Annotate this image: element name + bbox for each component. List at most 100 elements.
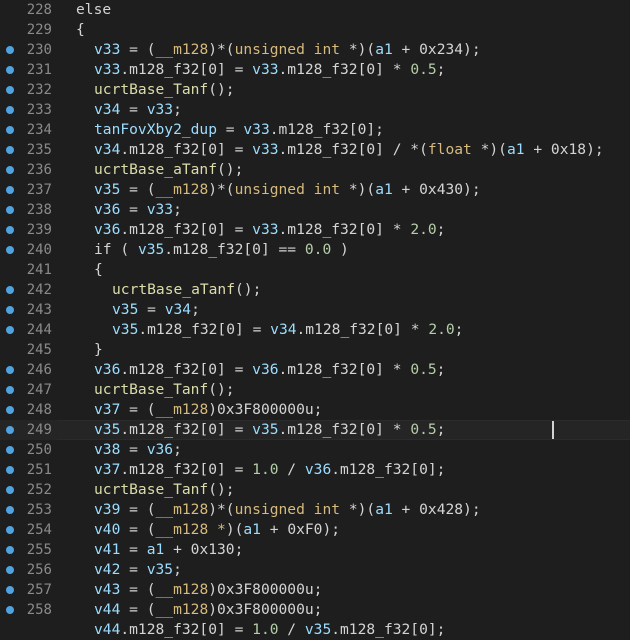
code-token: v34 <box>270 321 297 338</box>
code-text[interactable]: else <box>76 0 111 20</box>
breakpoint-marker-icon[interactable] <box>6 206 14 214</box>
code-text[interactable]: { <box>94 260 103 280</box>
code-text[interactable]: v34 = v33; <box>94 100 182 120</box>
breakpoint-marker-icon[interactable] <box>6 466 14 474</box>
breakpoint-marker-icon[interactable] <box>6 586 14 594</box>
code-line[interactable]: 239 v36.m128_f32[0] = v33.m128_f32[0] * 2… <box>0 220 630 240</box>
breakpoint-marker-icon[interactable] <box>6 506 14 514</box>
code-line[interactable]: 251 v37.m128_f32[0] = 1.0 / v36.m128_f32[… <box>0 460 630 480</box>
breakpoint-marker-icon[interactable] <box>6 286 14 294</box>
code-text[interactable]: if ( v35.m128_f32[0] == 0.0 ) <box>94 240 349 260</box>
code-line[interactable]: 255 v41 = a1 + 0x130; <box>0 540 630 560</box>
code-line[interactable]: 249 v35.m128_f32[0] = v35.m128_f32[0] * 0… <box>0 420 630 440</box>
code-line[interactable]: 246 v36.m128_f32[0] = v36.m128_f32[0] * 0… <box>0 360 630 380</box>
code-line[interactable]: 231 v33.m128_f32[0] = v33.m128_f32[0] * 0… <box>0 60 630 80</box>
code-text[interactable]: ucrtBase_Tanf(); <box>94 80 235 100</box>
code-text[interactable]: v42 = v35; <box>94 560 182 580</box>
code-text[interactable]: v36.m128_f32[0] = v33.m128_f32[0] * 2.0; <box>94 220 445 240</box>
breakpoint-marker-icon[interactable] <box>6 46 14 54</box>
code-line[interactable]: 238 v36 = v33; <box>0 200 630 220</box>
code-token: v35 <box>94 181 121 198</box>
code-line[interactable]: 234 tanFovXby2_dup = v33.m128_f32[0]; <box>0 120 630 140</box>
code-token: a1 <box>375 41 393 58</box>
code-text[interactable]: v36 = v33; <box>94 200 182 220</box>
code-line[interactable]: 244 v35.m128_f32[0] = v34.m128_f32[0] * 2… <box>0 320 630 340</box>
code-line[interactable]: v44.m128_f32[0] = 1.0 / v35.m128_f32[0]; <box>0 620 630 640</box>
code-line[interactable]: 235 v34.m128_f32[0] = v33.m128_f32[0] / *… <box>0 140 630 160</box>
code-text[interactable]: v35.m128_f32[0] = v34.m128_f32[0] * 2.0; <box>112 320 463 340</box>
breakpoint-marker-icon[interactable] <box>6 186 14 194</box>
code-line[interactable]: 229 { <box>0 20 630 40</box>
code-text[interactable]: v34.m128_f32[0] = v33.m128_f32[0] / *(fl… <box>94 140 604 160</box>
code-line[interactable]: 236 ucrtBase_aTanf(); <box>0 160 630 180</box>
code-text[interactable]: v37.m128_f32[0] = 1.0 / v36.m128_f32[0]; <box>94 460 445 480</box>
code-line[interactable]: 253 v39 = (__m128)*(unsigned int *)(a1 + … <box>0 500 630 520</box>
breakpoint-marker-icon[interactable] <box>6 226 14 234</box>
code-text[interactable]: ucrtBase_aTanf(); <box>94 160 243 180</box>
breakpoint-marker-icon[interactable] <box>6 326 14 334</box>
code-text[interactable]: v40 = (__m128 *)(a1 + 0xF0); <box>94 520 340 540</box>
code-text[interactable]: tanFovXby2_dup = v33.m128_f32[0]; <box>94 120 384 140</box>
code-line[interactable]: 228 else <box>0 0 630 20</box>
breakpoint-marker-icon[interactable] <box>6 306 14 314</box>
code-line[interactable]: 241 { <box>0 260 630 280</box>
breakpoint-marker-icon[interactable] <box>6 526 14 534</box>
code-text[interactable]: v38 = v36; <box>94 440 182 460</box>
breakpoint-marker-icon[interactable] <box>6 406 14 414</box>
code-text[interactable]: v35 = v34; <box>112 300 200 320</box>
code-text[interactable]: v44.m128_f32[0] = 1.0 / v35.m128_f32[0]; <box>94 620 445 640</box>
breakpoint-marker-icon[interactable] <box>6 126 14 134</box>
code-line[interactable]: 232 ucrtBase_Tanf(); <box>0 80 630 100</box>
code-text[interactable]: v35 = (__m128)*(unsigned int *)(a1 + 0x4… <box>94 180 481 200</box>
code-text[interactable]: v33.m128_f32[0] = v33.m128_f32[0] * 0.5; <box>94 60 445 80</box>
code-line[interactable]: 237 v35 = (__m128)*(unsigned int *)(a1 + … <box>0 180 630 200</box>
code-text[interactable]: v35.m128_f32[0] = v35.m128_f32[0] * 0.5; <box>94 420 445 440</box>
code-line[interactable]: 252 ucrtBase_Tanf(); <box>0 480 630 500</box>
breakpoint-marker-icon[interactable] <box>6 106 14 114</box>
code-line[interactable]: 240 if ( v35.m128_f32[0] == 0.0 ) <box>0 240 630 260</box>
breakpoint-marker-icon[interactable] <box>6 146 14 154</box>
code-line[interactable]: 256 v42 = v35; <box>0 560 630 580</box>
pseudocode-editor[interactable]: 228 else 229{230 v33 = (__m128)*(unsigned i… <box>0 0 630 640</box>
code-text[interactable]: } <box>94 340 103 360</box>
breakpoint-marker-icon[interactable] <box>6 566 14 574</box>
code-text[interactable]: v41 = a1 + 0x130; <box>94 540 243 560</box>
code-text[interactable]: { <box>76 20 85 40</box>
code-line[interactable]: 250 v38 = v36; <box>0 440 630 460</box>
code-text[interactable]: v37 = (__m128)0x3F800000u; <box>94 400 322 420</box>
code-line[interactable]: 245} <box>0 340 630 360</box>
breakpoint-marker-icon[interactable] <box>6 546 14 554</box>
code-text[interactable]: ucrtBase_aTanf(); <box>112 280 261 300</box>
code-token: v34 <box>94 101 121 118</box>
code-line[interactable]: 230 v33 = (__m128)*(unsigned int *)(a1 + … <box>0 40 630 60</box>
breakpoint-marker-icon[interactable] <box>6 86 14 94</box>
breakpoint-marker-icon[interactable] <box>6 426 14 434</box>
code-line[interactable]: 247 ucrtBase_Tanf(); <box>0 380 630 400</box>
breakpoint-marker-icon[interactable] <box>6 446 14 454</box>
code-token: v35 <box>146 561 174 578</box>
breakpoint-marker-icon[interactable] <box>6 366 14 374</box>
code-token: __m128 <box>155 601 209 618</box>
line-number: 256 <box>26 562 52 578</box>
code-text[interactable]: v36.m128_f32[0] = v36.m128_f32[0] * 0.5; <box>94 360 445 380</box>
breakpoint-marker-icon[interactable] <box>6 486 14 494</box>
code-text[interactable]: ucrtBase_Tanf(); <box>94 380 235 400</box>
breakpoint-marker-icon[interactable] <box>6 66 14 74</box>
breakpoint-marker-icon[interactable] <box>6 246 14 254</box>
breakpoint-marker-icon[interactable] <box>6 606 14 614</box>
code-token: (); <box>217 161 244 178</box>
code-line[interactable]: 243 v35 = v34; <box>0 300 630 320</box>
code-text[interactable]: v44 = (__m128)0x3F800000u; <box>94 600 322 620</box>
code-line[interactable]: 258 v44 = (__m128)0x3F800000u; <box>0 600 630 620</box>
code-line[interactable]: 254 v40 = (__m128 *)(a1 + 0xF0); <box>0 520 630 540</box>
code-text[interactable]: v43 = (__m128)0x3F800000u; <box>94 580 322 600</box>
code-line[interactable]: 242 ucrtBase_aTanf(); <box>0 280 630 300</box>
breakpoint-marker-icon[interactable] <box>6 166 14 174</box>
code-text[interactable]: ucrtBase_Tanf(); <box>94 480 235 500</box>
code-line[interactable]: 248 v37 = (__m128)0x3F800000u; <box>0 400 630 420</box>
code-text[interactable]: v33 = (__m128)*(unsigned int *)(a1 + 0x2… <box>94 40 481 60</box>
code-line[interactable]: 257 v43 = (__m128)0x3F800000u; <box>0 580 630 600</box>
breakpoint-marker-icon[interactable] <box>6 386 14 394</box>
code-text[interactable]: v39 = (__m128)*(unsigned int *)(a1 + 0x4… <box>94 500 481 520</box>
code-line[interactable]: 233 v34 = v33; <box>0 100 630 120</box>
